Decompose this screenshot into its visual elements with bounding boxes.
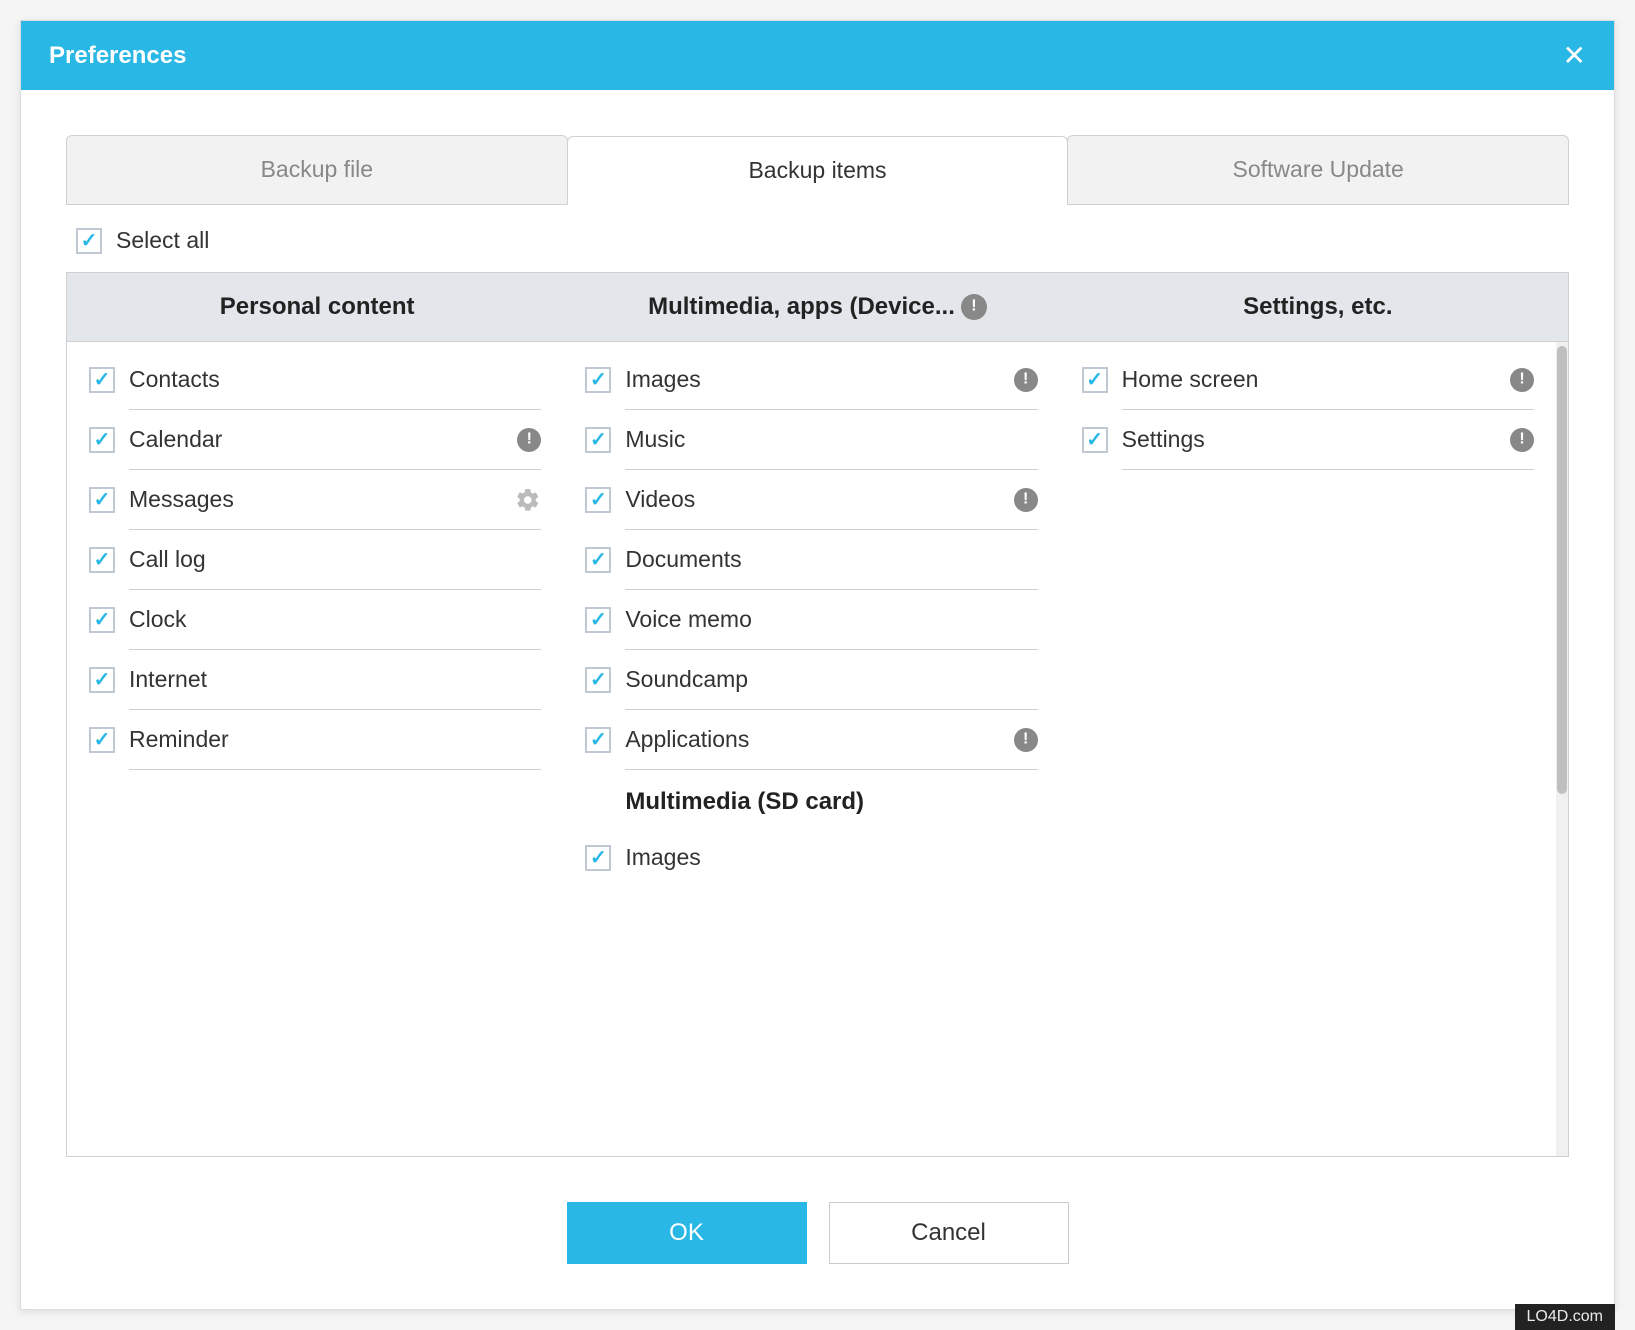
button-label: OK xyxy=(669,1219,704,1246)
items-grid: Personal content Multimedia, apps (Devic… xyxy=(66,272,1569,1157)
column-personal: Contacts Calendar Messages xyxy=(67,342,563,1156)
button-label: Cancel xyxy=(911,1219,986,1246)
subheader-multimedia-sd: Multimedia (SD card) xyxy=(581,770,1041,828)
item-checkbox[interactable] xyxy=(89,427,115,453)
item-internet: Internet xyxy=(85,650,545,709)
item-checkbox[interactable] xyxy=(585,607,611,633)
item-label: Home screen xyxy=(1122,366,1496,393)
tab-software-update[interactable]: Software Update xyxy=(1067,135,1569,204)
close-icon[interactable]: ✕ xyxy=(1563,39,1586,72)
info-icon[interactable] xyxy=(1014,368,1038,392)
item-label: Soundcamp xyxy=(625,666,1037,693)
item-checkbox[interactable] xyxy=(585,427,611,453)
item-call-log: Call log xyxy=(85,530,545,589)
item-messages: Messages xyxy=(85,470,545,529)
tab-backup-items[interactable]: Backup items xyxy=(567,136,1069,205)
item-label: Settings xyxy=(1122,426,1496,453)
item-checkbox[interactable] xyxy=(1082,427,1108,453)
column-header-label: Personal content xyxy=(220,293,415,321)
column-header-label: Settings, etc. xyxy=(1243,293,1392,321)
gear-icon[interactable] xyxy=(515,487,541,513)
item-label: Internet xyxy=(129,666,541,693)
item-label: Documents xyxy=(625,546,1037,573)
item-calendar: Calendar xyxy=(85,410,545,469)
item-label: Messages xyxy=(129,486,501,513)
item-label: Call log xyxy=(129,546,541,573)
item-videos: Videos xyxy=(581,470,1041,529)
tab-backup-file[interactable]: Backup file xyxy=(66,135,568,204)
item-label: Images xyxy=(625,844,1037,871)
item-home-screen: Home screen xyxy=(1078,350,1538,409)
item-checkbox[interactable] xyxy=(585,845,611,871)
item-music: Music xyxy=(581,410,1041,469)
cancel-button[interactable]: Cancel xyxy=(829,1202,1069,1264)
info-icon[interactable] xyxy=(1014,728,1038,752)
item-checkbox[interactable] xyxy=(585,667,611,693)
item-checkbox[interactable] xyxy=(89,607,115,633)
divider xyxy=(1122,469,1534,470)
item-label: Applications xyxy=(625,726,999,753)
item-contacts: Contacts xyxy=(85,350,545,409)
item-label: Videos xyxy=(625,486,999,513)
watermark: LO4D.com xyxy=(1515,1304,1615,1330)
titlebar: Preferences ✕ xyxy=(21,21,1614,90)
item-label: Music xyxy=(625,426,1037,453)
select-all-row: Select all xyxy=(66,205,1569,272)
item-checkbox[interactable] xyxy=(89,547,115,573)
item-checkbox[interactable] xyxy=(585,547,611,573)
item-applications: Applications xyxy=(581,710,1041,769)
item-checkbox[interactable] xyxy=(585,367,611,393)
item-checkbox[interactable] xyxy=(89,667,115,693)
item-checkbox[interactable] xyxy=(585,727,611,753)
info-icon[interactable] xyxy=(1510,428,1534,452)
item-label: Clock xyxy=(129,606,541,633)
item-checkbox[interactable] xyxy=(89,727,115,753)
select-all-label: Select all xyxy=(116,227,209,254)
item-label: Voice memo xyxy=(625,606,1037,633)
item-label: Reminder xyxy=(129,726,541,753)
item-checkbox[interactable] xyxy=(89,367,115,393)
preferences-dialog: Preferences ✕ Backup file Backup items S… xyxy=(20,20,1615,1310)
item-label: Images xyxy=(625,366,999,393)
item-settings: Settings xyxy=(1078,410,1538,469)
info-icon[interactable] xyxy=(961,294,987,320)
select-all-checkbox[interactable] xyxy=(76,228,102,254)
tab-label: Backup file xyxy=(261,156,374,182)
tabs: Backup file Backup items Software Update xyxy=(66,135,1569,205)
item-checkbox[interactable] xyxy=(1082,367,1108,393)
dialog-footer: OK Cancel xyxy=(21,1167,1614,1309)
info-icon[interactable] xyxy=(517,428,541,452)
column-header-settings: Settings, etc. xyxy=(1068,273,1568,341)
item-checkbox[interactable] xyxy=(89,487,115,513)
info-icon[interactable] xyxy=(1510,368,1534,392)
item-soundcamp: Soundcamp xyxy=(581,650,1041,709)
item-label: Contacts xyxy=(129,366,541,393)
item-checkbox[interactable] xyxy=(585,487,611,513)
tab-label: Software Update xyxy=(1233,156,1404,182)
item-label: Calendar xyxy=(129,426,503,453)
item-images: Images xyxy=(581,350,1041,409)
tab-label: Backup items xyxy=(748,157,886,183)
item-voice-memo: Voice memo xyxy=(581,590,1041,649)
grid-body: Contacts Calendar Messages xyxy=(67,342,1568,1156)
column-settings: Home screen Settings xyxy=(1060,342,1568,1156)
scrollbar-thumb[interactable] xyxy=(1557,346,1567,794)
column-header-multimedia: Multimedia, apps (Device... xyxy=(567,273,1067,341)
info-icon[interactable] xyxy=(1014,488,1038,512)
dialog-body: Backup file Backup items Software Update… xyxy=(21,90,1614,1167)
item-documents: Documents xyxy=(581,530,1041,589)
item-sd-images: Images xyxy=(581,828,1041,887)
item-clock: Clock xyxy=(85,590,545,649)
ok-button[interactable]: OK xyxy=(567,1202,807,1264)
dialog-title: Preferences xyxy=(49,42,186,70)
scrollbar[interactable] xyxy=(1556,342,1568,1156)
item-reminder: Reminder xyxy=(85,710,545,769)
grid-header: Personal content Multimedia, apps (Devic… xyxy=(67,273,1568,342)
column-header-personal: Personal content xyxy=(67,273,567,341)
column-header-label: Multimedia, apps (Device... xyxy=(648,293,955,321)
column-multimedia: Images Music Videos xyxy=(563,342,1059,1156)
divider xyxy=(129,769,541,770)
